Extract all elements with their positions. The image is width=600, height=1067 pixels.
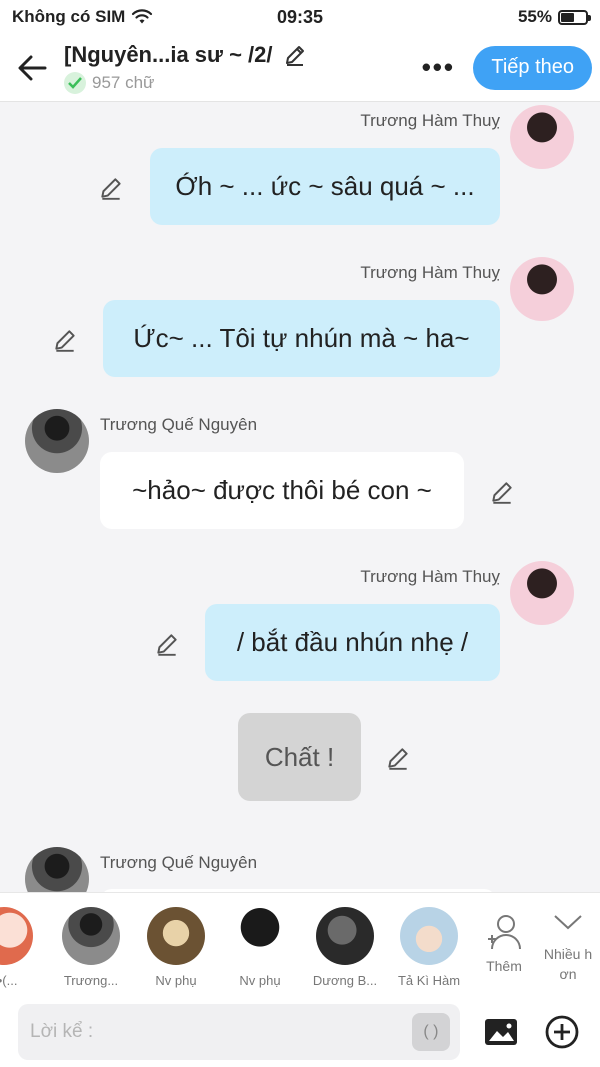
avatar[interactable]: [510, 105, 574, 169]
pencil-icon[interactable]: [52, 327, 78, 353]
avatar[interactable]: [510, 257, 574, 321]
chevron-down-icon: [554, 915, 582, 930]
narration-text: Chất !: [264, 741, 335, 772]
avatar[interactable]: [510, 561, 574, 625]
speaker-name: Trương Hàm Thuỵ: [360, 567, 500, 586]
narration-bubble[interactable]: Chất !: [238, 713, 361, 801]
message-bubble[interactable]: / bắt đầu nhún nhẹ /: [205, 604, 500, 681]
pencil-icon[interactable]: [283, 43, 307, 67]
speaker-name: Trương Quế Nguyên: [100, 853, 258, 872]
pencil-icon[interactable]: [98, 175, 124, 201]
character-name: Tả Kì Hàm: [397, 973, 461, 988]
character-name: Nv phụ: [155, 973, 197, 988]
parentheses-button[interactable]: ( ): [411, 1012, 450, 1051]
add-user-icon: [488, 915, 521, 950]
character-item[interactable]: Nv phụ: [220, 907, 300, 988]
battery-icon: [558, 9, 591, 25]
message-text: Ớh ~ ... ức ~ sâu quá ~ ...: [175, 171, 475, 201]
carrier-label: Không có SIM: [12, 7, 126, 26]
character-item[interactable]: n•(...: [0, 907, 44, 988]
avatar[interactable]: [25, 409, 89, 473]
character-item[interactable]: Trương...: [51, 907, 131, 988]
arrow-left-icon: [18, 55, 47, 80]
composer-bar: ( ): [0, 996, 600, 1067]
avatar: [231, 907, 289, 965]
more-options-icon[interactable]: •••: [413, 52, 463, 83]
message-bubble[interactable]: Ớh ~ ... ức ~ sâu quá ~ ...: [150, 148, 500, 225]
editor-header: [Nguyên...ia sư ~ /2/ 957 chữ ••• Tiếp t…: [0, 34, 600, 102]
character-item[interactable]: Nv phụ: [136, 907, 216, 988]
pencil-icon[interactable]: [489, 479, 515, 505]
message-text: Ức~ ... Tôi tự nhún mà ~ ha~: [133, 323, 470, 353]
message-bubble[interactable]: Ức~ ... Tôi tự nhún mà ~ ha~: [103, 300, 500, 377]
plus-circle-icon: [546, 1015, 579, 1048]
pencil-icon[interactable]: [385, 745, 411, 771]
avatar: [0, 907, 33, 965]
more-characters-button[interactable]: Nhiều h ơn: [538, 913, 598, 984]
avatar: [400, 907, 458, 965]
add-character-label: Thêm: [486, 958, 522, 974]
chapter-title[interactable]: [Nguyên...ia sư ~ /2/: [64, 42, 273, 68]
clock: 09:35: [276, 6, 324, 27]
story-chat: Trương Hàm Thuỵ Ớh ~ ... ức ~ sâu quá ~ …: [0, 103, 600, 892]
character-name: Dương B...: [312, 973, 378, 988]
check-icon: [64, 71, 86, 94]
word-count: 957 chữ: [92, 72, 155, 92]
message-bubble[interactable]: ~hảo~ được thôi bé con ~: [100, 452, 464, 529]
wifi-icon: [132, 9, 153, 24]
avatar: [316, 907, 374, 965]
image-icon: [485, 1018, 518, 1045]
avatar: [147, 907, 205, 965]
next-button[interactable]: Tiếp theo: [473, 45, 592, 90]
speaker-name: Trương Quế Nguyên: [100, 415, 258, 434]
character-item[interactable]: Tả Kì Hàm: [389, 907, 469, 988]
narration-input-box: ( ): [18, 1003, 460, 1060]
add-character-button[interactable]: Thêm: [474, 913, 534, 976]
battery-percent: 55%: [517, 7, 552, 26]
character-selector: n•(... Trương... Nv phụ Nv phụ Dương B..…: [0, 892, 600, 996]
character-name: Trương...: [63, 973, 119, 988]
speaker-name: Trương Hàm Thuỵ: [360, 263, 500, 282]
more-characters-label: Nhiều h ơn: [543, 946, 593, 982]
status-bar: Không có SIM 09:35 55%: [0, 0, 600, 34]
avatar: [62, 907, 120, 965]
back-button[interactable]: [0, 34, 64, 102]
character-item[interactable]: Dương B...: [305, 907, 385, 988]
message-text: / bắt đầu nhún nhẹ /: [236, 627, 469, 657]
speaker-name: Trương Hàm Thuỵ: [360, 111, 500, 130]
message-text: ~hảo~ được thôi bé con ~: [132, 475, 432, 505]
add-button[interactable]: [543, 1012, 582, 1052]
avatar[interactable]: [25, 847, 89, 892]
character-name: Nv phụ: [239, 973, 281, 988]
character-name: n•(...: [0, 973, 18, 988]
pencil-icon[interactable]: [154, 631, 180, 657]
image-button[interactable]: [482, 1012, 521, 1052]
narration-input[interactable]: [30, 1020, 412, 1043]
